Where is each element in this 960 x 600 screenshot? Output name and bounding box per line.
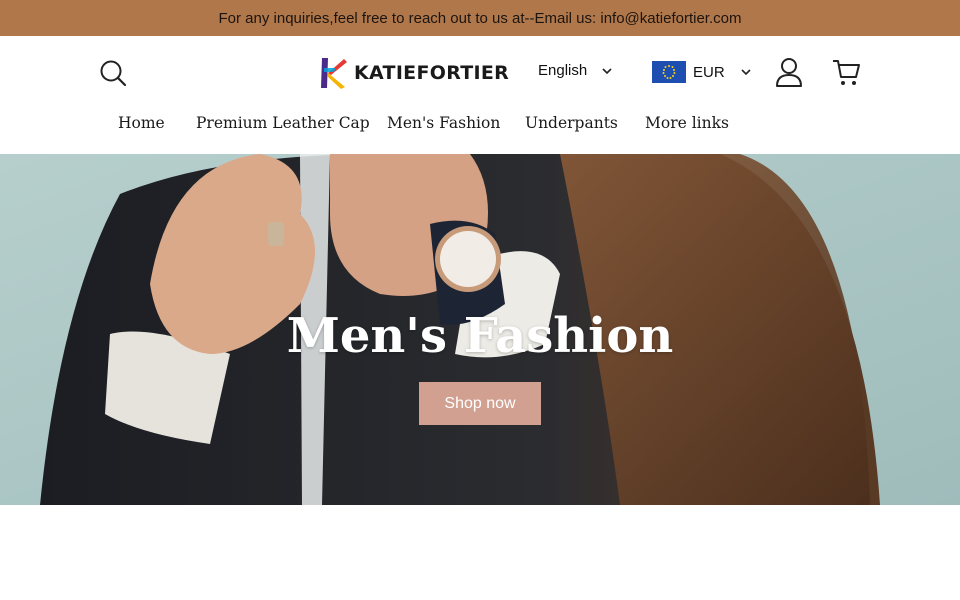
user-icon [776, 58, 802, 87]
announcement-text: For any inquiries,feel free to reach out… [218, 9, 742, 27]
currency-selector[interactable]: EUR [652, 61, 752, 83]
logo-mark-icon [321, 58, 347, 89]
hero-title: Men's Fashion [286, 308, 674, 364]
shop-now-button[interactable]: Shop now [419, 382, 541, 425]
search-button[interactable] [98, 58, 128, 88]
nav-item-underpants[interactable]: Underpants [525, 114, 618, 132]
cart-button[interactable] [830, 56, 862, 88]
site-header: KATIEFORTIER English EUR Home Premium Le… [0, 36, 960, 154]
cart-icon [833, 60, 860, 85]
logo[interactable]: KATIEFORTIER [318, 56, 509, 90]
hero-banner: Men's Fashion Shop now [0, 154, 960, 505]
nav-item-premium-leather-cap[interactable]: Premium Leather Cap [196, 114, 370, 132]
search-icon [100, 60, 127, 87]
chevron-down-icon [602, 67, 612, 74]
chevron-down-icon [741, 69, 751, 76]
nav-item-home[interactable]: Home [118, 114, 165, 132]
language-label: English [538, 62, 588, 79]
announcement-bar: For any inquiries,feel free to reach out… [0, 0, 960, 36]
nav-item-mens-fashion[interactable]: Men's Fashion [387, 114, 500, 132]
account-button[interactable] [774, 56, 804, 88]
main-nav: Home Premium Leather Cap Men's Fashion U… [0, 112, 960, 138]
nav-item-more-links[interactable]: More links [645, 114, 729, 132]
language-selector[interactable]: English [538, 62, 613, 79]
logo-text: KATIEFORTIER [354, 62, 510, 84]
eu-flag-icon [652, 61, 686, 83]
currency-label: EUR [693, 63, 725, 81]
